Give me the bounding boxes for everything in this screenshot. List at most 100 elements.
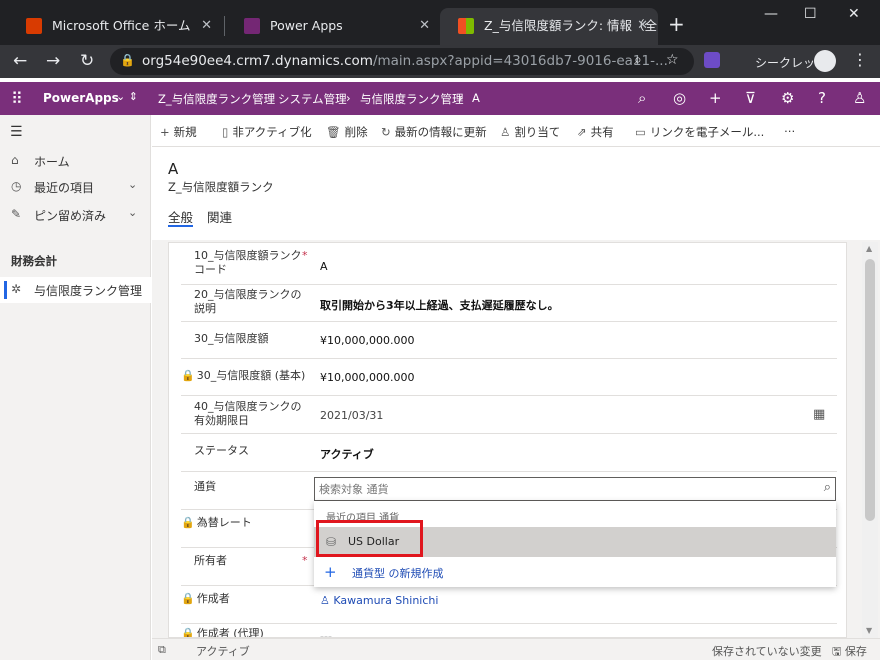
currency-lookup-field[interactable]: ⌕ — [314, 477, 836, 501]
browser-tab-strip: Microsoft Office ホーム ✕ Power Apps ✕ Z_与信… — [0, 0, 880, 45]
share-button[interactable]: ⇗ 共有 — [577, 124, 614, 140]
search-icon[interactable]: ⌕ — [824, 480, 831, 495]
add-icon: + — [160, 125, 170, 139]
command-bar: + 新規 ▯ 非アクティブ化 🗑 削除 ↻ 最新の情報に更新 ♙ 割り当て ⇗ 共有 ▭ リン… — [152, 115, 880, 147]
breadcrumb-item[interactable]: システム管理 — [278, 91, 347, 107]
app-switcher-icon[interactable]: ⌄ ⇕ — [116, 90, 138, 103]
required-marker: * — [302, 554, 308, 567]
refresh-button[interactable]: ↻ 最新の情報に更新 — [381, 124, 487, 140]
browser-tab-office[interactable]: Microsoft Office ホーム ✕ — [8, 8, 222, 45]
calendar-icon[interactable]: ▦ — [813, 407, 825, 422]
new-button[interactable]: + 新規 — [160, 124, 197, 140]
add-icon[interactable]: + — [709, 89, 722, 107]
breadcrumb-item[interactable]: 与信限度ランク管理 — [360, 91, 464, 107]
scroll-thumb[interactable] — [865, 259, 875, 521]
delete-button[interactable]: 🗑 削除 — [326, 124, 368, 140]
sidebar-item-home[interactable]: ⌂ ホーム — [0, 148, 151, 174]
gear-icon[interactable]: ⚙ — [781, 89, 794, 107]
chevron-down-icon[interactable]: ⌄ — [128, 206, 137, 219]
window-close-icon[interactable]: ✕ — [848, 6, 860, 22]
close-icon[interactable]: ✕ — [637, 8, 648, 44]
address-bar[interactable]: 🔒 org54e90ee4.crm7.dynamics.com/main.asp… — [110, 48, 694, 75]
popout-icon[interactable]: ⧉ — [158, 643, 166, 657]
scroll-up-icon[interactable]: ▲ — [866, 244, 872, 253]
sidebar-item-label: ピン留め済み — [34, 209, 107, 223]
field-label: 30_与信限度額 — [194, 332, 269, 345]
trash-icon: 🗑 — [326, 125, 341, 139]
field-value[interactable]: ¥10,000,000.000 — [320, 334, 414, 347]
brand-name[interactable]: PowerApps — [43, 91, 119, 105]
sidebar-item-pinned[interactable]: ✎ ピン留め済み ⌄ — [0, 202, 151, 228]
field-label: ステータス — [194, 444, 249, 457]
browser-menu-icon[interactable]: ⋮ — [852, 50, 868, 69]
hamburger-icon[interactable]: ☰ — [10, 124, 23, 140]
vertical-scrollbar[interactable]: ▲ ▼ — [862, 242, 878, 638]
field-value: ¥10,000,000.000 — [320, 371, 415, 384]
field-value[interactable]: A — [320, 260, 328, 273]
field-label: 🔒 為替レート — [181, 516, 252, 529]
currency-search-input[interactable] — [319, 481, 799, 497]
app-name[interactable]: Z_与信限度ランク管理 — [158, 91, 275, 107]
record-header: A Z_与信限度額ランク 全般 関連 — [152, 148, 880, 240]
field-value[interactable]: 取引開始から3年以上経過、支払遅延履歴なし。 — [320, 297, 559, 313]
tab-general[interactable]: 全般 — [168, 207, 194, 227]
refresh-icon: ↻ — [381, 125, 391, 139]
field-row: 30_与信限度額 ¥10,000,000.000 — [181, 322, 837, 359]
url-text: org54e90ee4.crm7.dynamics.com/main.aspx?… — [142, 53, 668, 69]
back-icon[interactable]: ← — [13, 51, 27, 71]
sidebar-item-label: 与信限度ランク管理 — [34, 284, 143, 298]
tab-divider — [224, 16, 225, 36]
new-tab-icon[interactable]: + — [668, 14, 685, 34]
pin-icon: ✎ — [11, 207, 22, 221]
field-row: ステータス アクティブ — [181, 434, 837, 472]
deactivate-button[interactable]: ▯ 非アクティブ化 — [222, 124, 312, 140]
more-commands-icon[interactable]: ⋯ — [784, 124, 796, 138]
close-icon[interactable]: ✕ — [201, 8, 212, 44]
lock-icon: 🔒 — [181, 627, 195, 638]
reload-icon[interactable]: ↻ — [80, 51, 94, 71]
zoom-icon[interactable]: ⌕ — [634, 52, 642, 68]
filter-icon[interactable]: ⊽ — [745, 89, 756, 107]
highlight-box — [316, 520, 423, 557]
incognito-icon[interactable] — [814, 50, 836, 72]
maximize-icon[interactable]: ☐ — [804, 6, 817, 22]
required-marker: * — [302, 249, 308, 262]
star-icon[interactable]: ☆ — [666, 52, 679, 68]
close-icon[interactable]: ✕ — [419, 8, 430, 44]
search-icon[interactable]: ⌕ — [638, 89, 646, 107]
puzzle-icon: ✲ — [11, 282, 22, 296]
help-icon[interactable]: ? — [818, 89, 826, 107]
save-button[interactable]: 🖫 保存 — [832, 643, 867, 660]
browser-tab-powerapps[interactable]: Power Apps ✕ — [226, 8, 440, 45]
app-header: ⠿ PowerApps ⌄ ⇕ Z_与信限度ランク管理 システム管理 › 与信限… — [0, 82, 880, 115]
chevron-down-icon[interactable]: ⌄ — [128, 178, 137, 191]
waffle-icon[interactable]: ⠿ — [11, 89, 23, 108]
record-status: アクティブ — [196, 645, 250, 658]
link-icon: ▭ — [635, 125, 646, 139]
field-row: 🔒 作成者 (代理) --- — [181, 624, 837, 638]
email-link-button[interactable]: ▭ リンクを電子メール... — [635, 124, 764, 140]
scroll-down-icon[interactable]: ▼ — [866, 626, 872, 635]
browser-tab-active[interactable]: Z_与信限度額ランク: 情報（全 ✕ — [440, 8, 658, 45]
lock-icon: 🔒 — [181, 592, 195, 605]
field-label: 20_与信限度ランクの説明 — [194, 288, 302, 315]
sidebar-item-credit-rank[interactable]: ✲ 与信限度ランク管理 — [0, 277, 151, 303]
extension-icon[interactable] — [704, 52, 720, 68]
forward-icon[interactable]: → — [46, 51, 60, 71]
minimize-icon[interactable]: — — [764, 6, 778, 22]
sidebar: ☰ ⌂ ホーム ◷ 最近の項目 ⌄ ✎ ピン留め済み ⌄ 財務会計 ✲ 与信限度… — [0, 115, 151, 660]
owner-link[interactable]: ♙ Kawamura Shinichi — [320, 594, 438, 607]
new-currency-button[interactable]: + 通貨型 の新規作成 — [314, 563, 836, 583]
tab-related[interactable]: 関連 — [207, 207, 232, 226]
task-icon[interactable]: ◎ — [673, 89, 686, 107]
assign-button[interactable]: ♙ 割り当て — [500, 124, 560, 140]
unsaved-changes-label: 保存されていない変更 — [712, 645, 822, 658]
sidebar-item-recent[interactable]: ◷ 最近の項目 ⌄ — [0, 174, 151, 200]
field-label: 10_与信限度額ランクコード — [194, 249, 302, 276]
field-value[interactable]: 2021/03/31 — [320, 409, 383, 422]
field-value[interactable]: アクティブ — [320, 446, 374, 462]
field-value: --- — [320, 630, 332, 638]
user-icon[interactable]: ♙ — [853, 89, 866, 107]
chevron-right-icon: › — [346, 91, 351, 105]
status-bar: ⧉ アクティブ 保存されていない変更 🖫 保存 — [152, 638, 880, 660]
